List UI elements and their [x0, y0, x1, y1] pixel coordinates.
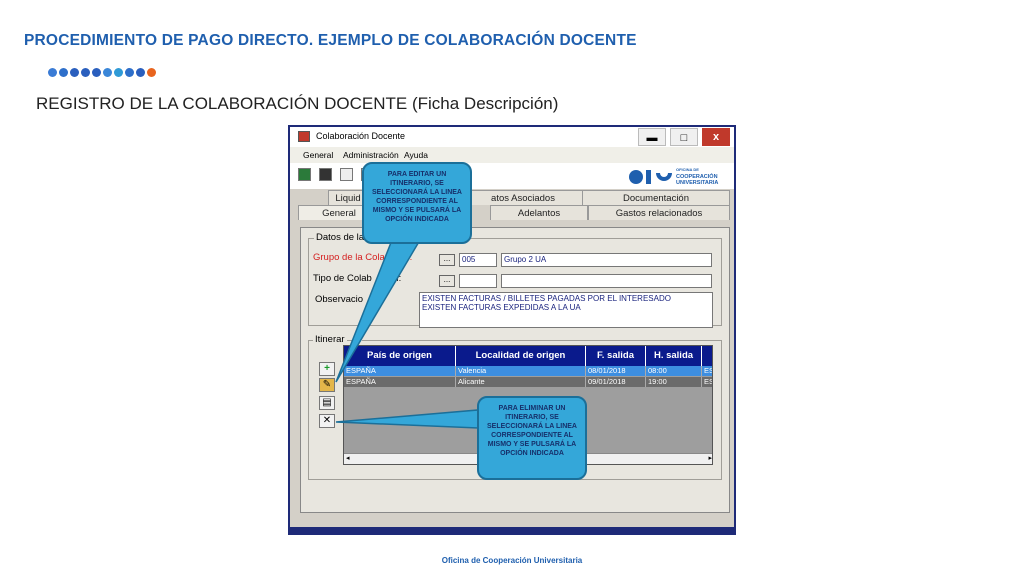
decorative-dot: [147, 68, 156, 77]
decorative-dot: [70, 68, 79, 77]
observaciones-field[interactable]: EXISTEN FACTURAS / BILLETES PAGADAS POR …: [419, 292, 713, 328]
window-title: Colaboración Docente: [316, 131, 406, 141]
cell-extra: ES: [702, 366, 712, 376]
col-fecha-salida[interactable]: F. salida: [586, 346, 646, 366]
decorative-dots: [48, 68, 156, 77]
col-localidad-origen[interactable]: Localidad de origen: [456, 346, 586, 366]
grupo-label-end: ión:: [397, 252, 413, 263]
menu-ayuda[interactable]: Ayuda: [404, 150, 428, 160]
decorative-dot: [136, 68, 145, 77]
itinerarios-legend-end: s: [353, 334, 362, 345]
footer: Oficina de Cooperación Universitaria: [441, 556, 583, 565]
maximize-button[interactable]: □: [670, 128, 698, 146]
save-icon[interactable]: [319, 168, 332, 181]
table-row[interactable]: ESPAÑA Valencia 08/01/2018 08:00 ES: [344, 366, 712, 376]
grupo-name-field[interactable]: Grupo 2 UA: [501, 253, 712, 267]
open-itinerary-icon[interactable]: ▤: [319, 396, 335, 410]
tipo-label-end: ón:: [388, 273, 402, 284]
col-pais-origen[interactable]: País de origen: [344, 346, 456, 366]
decorative-dot: [125, 68, 134, 77]
cell-hora: 08:00: [646, 366, 702, 376]
close-button[interactable]: x: [702, 128, 730, 146]
exit-icon[interactable]: [298, 168, 311, 181]
slide-title: PROCEDIMIENTO DE PAGO DIRECTO. EJEMPLO D…: [24, 32, 637, 49]
add-itinerary-icon[interactable]: +: [319, 362, 335, 376]
scroll-left-icon[interactable]: ◂: [346, 454, 350, 462]
menu-bar: General Administración Ayuda: [290, 147, 734, 163]
delete-callout: PARA ELIMINAR UN ITINERARIO, SE SELECCIO…: [477, 396, 587, 480]
scroll-right-icon[interactable]: ▸: [708, 454, 712, 462]
tipo-code-field[interactable]: [459, 274, 497, 288]
decorative-dot: [48, 68, 57, 77]
col-hora-salida[interactable]: H. salida: [646, 346, 702, 366]
app-icon: [298, 131, 310, 142]
cell-pais: ESPAÑA: [344, 377, 456, 387]
cell-fecha: 09/01/2018: [586, 377, 646, 387]
cell-pais: ESPAÑA: [344, 366, 456, 376]
tab-adelantos[interactable]: Adelantos: [490, 205, 588, 220]
decorative-dot: [59, 68, 68, 77]
observaciones-label: Observacio: [315, 294, 364, 305]
cell-localidad: Alicante: [456, 377, 586, 387]
ocu-logo: OFICINA DE COOPERACIÓN UNIVERSITARIA: [628, 167, 728, 187]
edit-itinerary-icon[interactable]: ✎: [319, 378, 335, 392]
toolbar: OFICINA DE COOPERACIÓN UNIVERSITARIA: [290, 163, 734, 189]
tipo-name-field[interactable]: [501, 274, 712, 288]
decorative-dot: [81, 68, 90, 77]
menu-administracion[interactable]: Administración: [343, 150, 399, 160]
tab-gastos-relacionados[interactable]: Gastos relacionados: [588, 205, 730, 220]
menu-general[interactable]: General: [303, 150, 333, 160]
datos-legend: Datos de la: [314, 232, 367, 243]
cell-hora: 19:00: [646, 377, 702, 387]
decorative-dot: [92, 68, 101, 77]
delete-itinerary-icon[interactable]: ✕: [319, 414, 335, 428]
cell-fecha: 08/01/2018: [586, 366, 646, 376]
cell-extra: ES: [702, 377, 712, 387]
logo-text: OFICINA DE COOPERACIÓN UNIVERSITARIA: [676, 167, 719, 186]
tab-documentacion[interactable]: Documentación: [582, 190, 730, 205]
slide-subtitle: REGISTRO DE LA COLABORACIÓN DOCENTE (Fic…: [36, 94, 559, 113]
minimize-button[interactable]: ▬: [638, 128, 666, 146]
tipo-lookup-button[interactable]: ...: [439, 275, 455, 287]
grupo-label: Grupo de la Cola: [313, 252, 385, 263]
grupo-lookup-button[interactable]: ...: [439, 254, 455, 266]
table-row[interactable]: ESPAÑA Alicante 09/01/2018 19:00 ES: [344, 377, 712, 387]
edit-callout: PARA EDITAR UN ITINERARIO, SE SELECCIONA…: [362, 162, 472, 244]
grupo-code-field[interactable]: 005: [459, 253, 497, 267]
tipo-label: Tipo de Colab: [313, 273, 372, 284]
tab-datos-asociados[interactable]: atos Asociados: [462, 190, 584, 205]
itinerarios-legend: Itinerar: [313, 334, 347, 345]
col-extra[interactable]: [702, 346, 712, 366]
ocu-logo-mark: [629, 170, 672, 184]
cell-localidad: Valencia: [456, 366, 586, 376]
decorative-dot: [114, 68, 123, 77]
title-bar: Colaboración Docente ▬ □ x: [290, 127, 734, 147]
edit-icon[interactable]: [340, 168, 353, 181]
decorative-dot: [103, 68, 112, 77]
